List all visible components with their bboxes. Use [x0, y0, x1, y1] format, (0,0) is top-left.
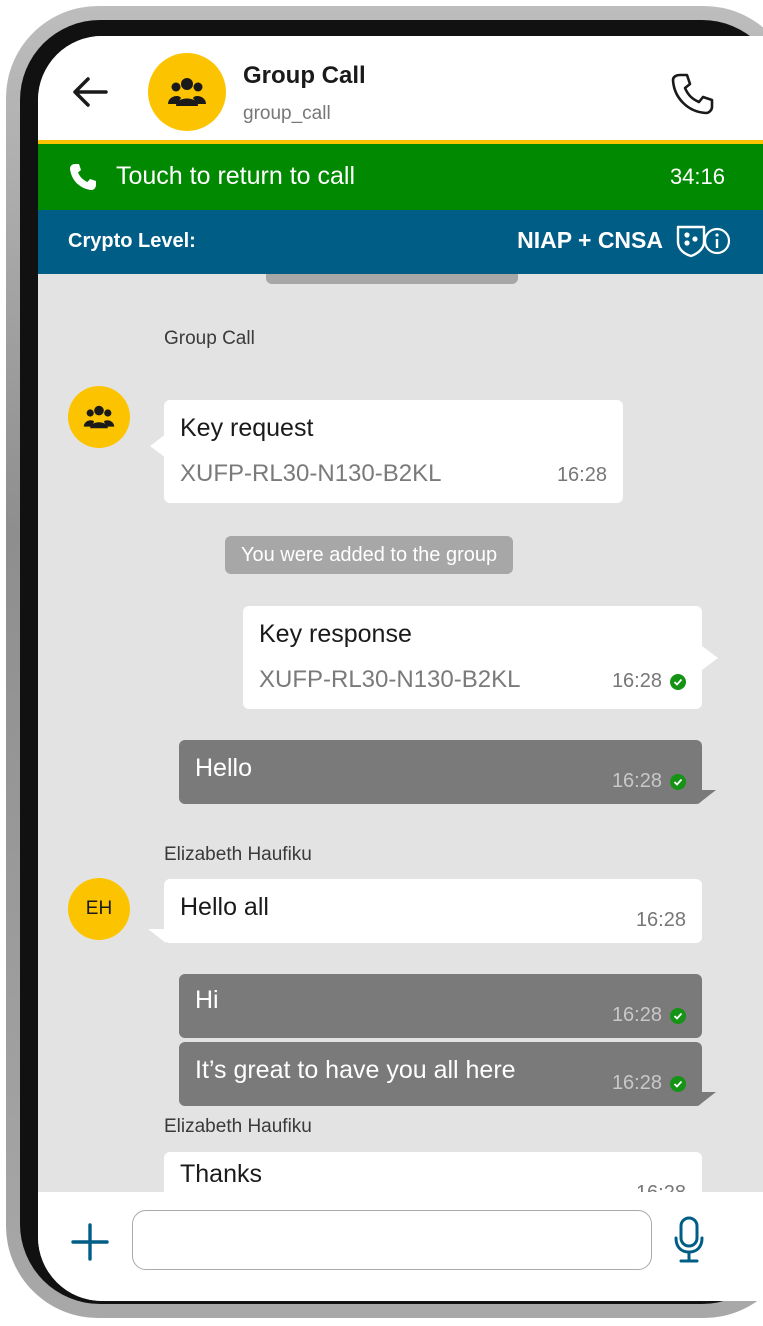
- chat-header: Group Call group_call: [38, 36, 763, 140]
- message-time: 16:28: [611, 1004, 662, 1026]
- bubble-tail: [698, 790, 716, 804]
- message-text: Thanks: [180, 1160, 262, 1188]
- read-check-icon: [670, 1076, 686, 1092]
- return-to-call-bar[interactable]: Touch to return to call 34:16: [38, 144, 763, 210]
- chat-title: Group Call: [243, 62, 366, 89]
- sender-name: Elizabeth Haufiku: [164, 844, 312, 865]
- message-text: Hi: [195, 986, 219, 1014]
- group-avatar[interactable]: [68, 386, 130, 448]
- chat-subtitle: group_call: [243, 103, 331, 124]
- message-input[interactable]: [132, 1210, 652, 1270]
- phone-icon: [671, 73, 714, 115]
- message-time: 16:28: [636, 1182, 686, 1192]
- sent-message-bubble[interactable]: Hello 16:28: [179, 740, 702, 804]
- group-icon: [83, 405, 115, 429]
- arrow-left-icon: [73, 77, 108, 107]
- message-text: Hello all: [180, 893, 269, 921]
- microphone-icon[interactable]: [673, 1216, 705, 1264]
- message-title: Key request: [180, 414, 314, 442]
- chat-screen: Group Call group_call Touch to return to…: [38, 36, 763, 1301]
- read-check-icon: [670, 774, 686, 790]
- phone-icon: [70, 164, 96, 190]
- received-message-bubble[interactable]: Thanks 16:28: [164, 1152, 702, 1192]
- sent-message-bubble[interactable]: It’s great to have you all here 16:28: [179, 1042, 702, 1106]
- message-composer: [38, 1192, 763, 1301]
- crypto-level-bar: Crypto Level: NIAP + CNSA: [38, 210, 763, 274]
- key-request-bubble[interactable]: Key request XUFP-RL30-N130-B2KL 16:28: [164, 400, 623, 503]
- system-message: You were added to the group: [225, 536, 514, 574]
- return-to-call-label: Touch to return to call: [116, 162, 356, 190]
- sent-message-bubble[interactable]: Hi 16:28: [179, 974, 702, 1038]
- read-check-icon: [670, 674, 686, 690]
- message-list[interactable]: Group Call Key request XUFP-RL30-N130-B2…: [38, 274, 763, 1192]
- group-avatar[interactable]: [148, 53, 226, 131]
- back-button[interactable]: [68, 70, 112, 114]
- message-text: Hello: [195, 754, 252, 782]
- call-button[interactable]: [668, 70, 716, 118]
- plus-icon[interactable]: [70, 1222, 110, 1262]
- user-avatar[interactable]: EH: [68, 878, 130, 940]
- sender-name: Elizabeth Haufiku: [164, 1116, 312, 1137]
- call-timer: 34:16: [669, 164, 725, 189]
- bubble-tail: [698, 1092, 716, 1106]
- group-icon: [168, 78, 206, 106]
- bubble-tail: [702, 646, 718, 670]
- message-key: XUFP-RL30-N130-B2KL: [259, 666, 521, 693]
- crypto-info-icon[interactable]: [675, 224, 733, 258]
- message-time: 16:28: [611, 770, 662, 792]
- message-key: XUFP-RL30-N130-B2KL: [180, 460, 442, 487]
- message-time: 16:28: [556, 464, 607, 486]
- message-time: 16:28: [635, 909, 686, 931]
- sender-name: Group Call: [164, 328, 255, 349]
- bubble-tail: [148, 929, 166, 943]
- crypto-level-value: NIAP + CNSA: [517, 227, 663, 253]
- received-message-bubble[interactable]: Hello all 16:28: [164, 879, 702, 943]
- message-text: It’s great to have you all here: [195, 1056, 516, 1084]
- crypto-level-label: Crypto Level:: [68, 230, 196, 252]
- read-check-icon: [670, 1008, 686, 1024]
- message-time: 16:28: [611, 670, 662, 692]
- key-response-bubble[interactable]: Key response XUFP-RL30-N130-B2KL 16:28: [243, 606, 702, 709]
- message-time: 16:28: [611, 1072, 662, 1094]
- message-title: Key response: [259, 620, 412, 648]
- system-badge-partial: [266, 274, 518, 284]
